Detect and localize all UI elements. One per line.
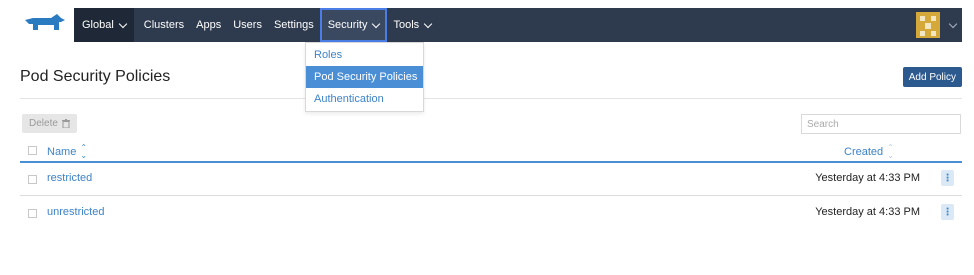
sort-icon: ⌃ ⌄ (887, 143, 894, 160)
menu-item-authentication[interactable]: Authentication (306, 88, 423, 110)
nav-global-dropdown[interactable]: Global (74, 8, 134, 42)
search-input[interactable] (801, 114, 961, 134)
delete-button-label: Delete (29, 118, 58, 129)
header-divider (20, 98, 962, 99)
created-cell: Yesterday at 4:33 PM (815, 206, 920, 218)
delete-button[interactable]: Delete (22, 114, 77, 133)
row-checkbox[interactable] (28, 209, 37, 218)
chevron-down-icon (423, 19, 433, 28)
chevron-down-icon[interactable] (948, 19, 958, 29)
menu-item-roles[interactable]: Roles (306, 44, 423, 66)
chevron-down-icon (372, 19, 381, 28)
table-header: Name ⌃ ⌄ Created ⌃ ⌄ (20, 140, 962, 163)
table-row: restricted Yesterday at 4:33 PM ⋮ (20, 163, 962, 196)
nav-global-label: Global (82, 19, 114, 31)
policy-name-link[interactable]: restricted (47, 172, 92, 184)
policy-name-link[interactable]: unrestricted (47, 206, 104, 218)
add-policy-button[interactable]: Add Policy (902, 67, 962, 87)
top-navbar: Global Clusters Apps Users Settings Secu… (74, 8, 962, 42)
security-dropdown-menu: Roles Pod Security Policies Authenticati… (305, 42, 424, 112)
rancher-logo[interactable] (14, 8, 74, 42)
page-title: Pod Security Policies (20, 68, 171, 85)
nav-item-apps[interactable]: Apps (190, 8, 227, 42)
user-avatar-icon[interactable] (916, 12, 940, 38)
row-actions-kebab-icon[interactable]: ⋮ (941, 204, 954, 220)
chevron-down-icon (118, 19, 128, 28)
trash-icon (61, 119, 70, 128)
nav-item-settings[interactable]: Settings (268, 8, 320, 42)
menu-item-pod-security-policies[interactable]: Pod Security Policies (306, 66, 423, 88)
row-actions-kebab-icon[interactable]: ⋮ (941, 170, 954, 186)
nav-security-dropdown[interactable]: Security (319, 8, 388, 42)
column-header-created[interactable]: Created ⌃ ⌄ (844, 144, 894, 160)
table-row: unrestricted Yesterday at 4:33 PM ⋮ (20, 197, 962, 230)
avatar-pattern (916, 12, 940, 38)
nav-tools-label: Tools (393, 19, 420, 31)
nav-item-clusters[interactable]: Clusters (138, 8, 190, 42)
row-checkbox[interactable] (28, 175, 37, 184)
created-cell: Yesterday at 4:33 PM (815, 172, 920, 184)
column-created-label: Created (844, 146, 884, 158)
column-header-name[interactable]: Name ⌃ ⌄ (47, 144, 87, 160)
select-all-checkbox[interactable] (28, 146, 37, 155)
nav-item-users[interactable]: Users (227, 8, 268, 42)
nav-security-label: Security (327, 19, 368, 31)
nav-tools-dropdown[interactable]: Tools (387, 8, 437, 42)
column-name-label: Name (47, 146, 77, 158)
rancher-logo-icon (25, 14, 65, 30)
sort-icon: ⌃ ⌄ (80, 143, 88, 160)
